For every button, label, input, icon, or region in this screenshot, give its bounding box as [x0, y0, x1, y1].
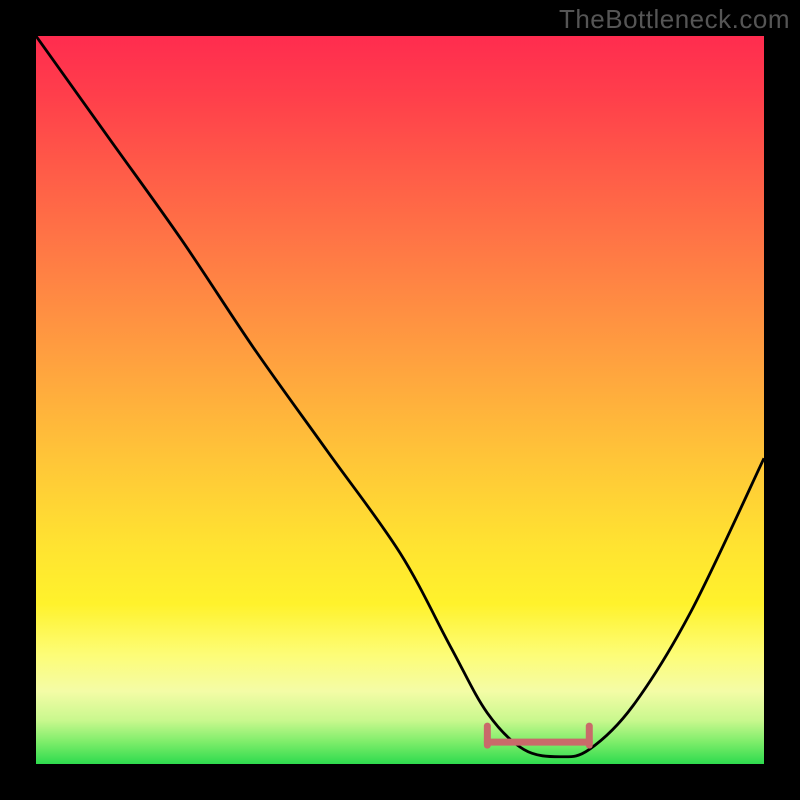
watermark-text: TheBottleneck.com — [559, 4, 790, 35]
chart-container: TheBottleneck.com — [0, 0, 800, 800]
bottleneck-curve-path — [36, 36, 764, 757]
optimal-range-marker — [487, 726, 589, 745]
bottleneck-chart-svg — [36, 36, 764, 764]
